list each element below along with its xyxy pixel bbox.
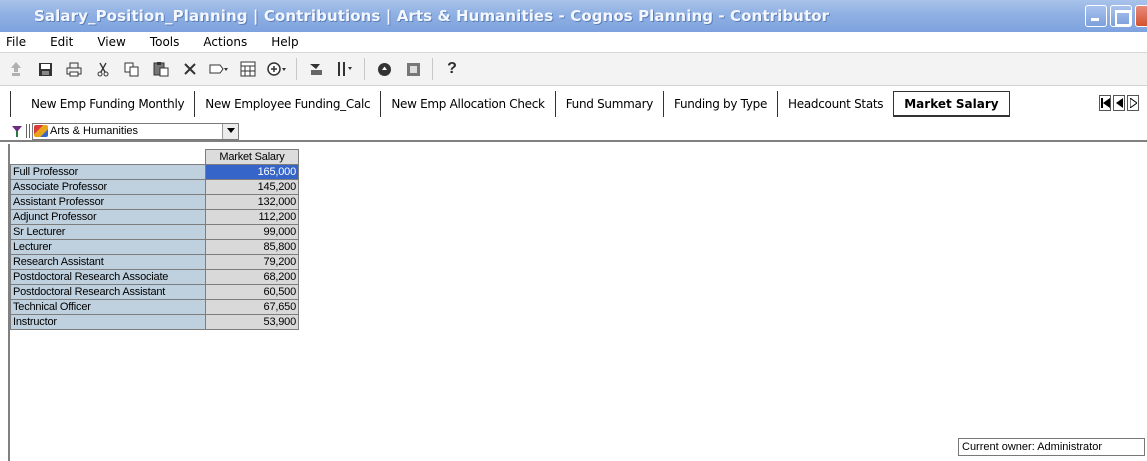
dimension-dropdown[interactable]: Arts & Humanities <box>32 122 239 140</box>
menu-view[interactable]: View <box>97 35 125 49</box>
table-row: Lecturer 85,800 <box>10 239 299 255</box>
table-row: Postdoctoral Research Assistant 60,500 <box>10 284 299 300</box>
menu-actions[interactable]: Actions <box>203 35 247 49</box>
organization-icon <box>34 125 48 137</box>
table-row: Research Assistant 79,200 <box>10 254 299 270</box>
chevron-down-icon[interactable] <box>222 123 238 139</box>
salary-cell[interactable]: 132,000 <box>205 194 299 210</box>
row-header[interactable]: Assistant Professor <box>10 194 206 210</box>
toolbar-separator-3 <box>432 58 433 80</box>
grid-icon[interactable] <box>238 59 258 79</box>
fill-icon[interactable] <box>209 59 229 79</box>
first-tab-icon[interactable] <box>1099 95 1111 111</box>
salary-cell[interactable]: 68,200 <box>205 269 299 285</box>
minimize-button[interactable] <box>1085 5 1107 27</box>
paste-icon[interactable] <box>151 59 171 79</box>
row-header[interactable]: Full Professor <box>10 164 206 180</box>
row-header[interactable]: Postdoctoral Research Assistant <box>10 284 206 300</box>
row-header[interactable]: Lecturer <box>10 239 206 255</box>
menu-help[interactable]: Help <box>271 35 298 49</box>
table-row: Instructor 53,900 <box>10 314 299 330</box>
owner-status: Current owner: Administrator <box>958 438 1145 456</box>
row-header[interactable]: Instructor <box>10 314 206 330</box>
menu-edit[interactable]: Edit <box>50 35 73 49</box>
pivot-icon[interactable] <box>10 124 24 138</box>
table-row: Full Professor 165,000 <box>10 164 299 180</box>
close-button[interactable] <box>1135 5 1147 27</box>
save-icon[interactable] <box>35 59 55 79</box>
salary-cell[interactable]: 79,200 <box>205 254 299 270</box>
salary-cell[interactable]: 99,000 <box>205 224 299 240</box>
print-icon[interactable] <box>64 59 84 79</box>
row-header[interactable]: Associate Professor <box>10 179 206 195</box>
row-header[interactable]: Research Assistant <box>10 254 206 270</box>
previous-tab-icon[interactable] <box>1113 95 1125 111</box>
salary-cell[interactable]: 165,000 <box>205 164 299 180</box>
import-icon[interactable] <box>306 59 326 79</box>
dimension-dropdown-value: Arts & Humanities <box>50 125 139 137</box>
toolbar-separator <box>296 58 297 80</box>
salary-cell[interactable]: 60,500 <box>205 284 299 300</box>
menu-bar: File Edit View Tools Actions Help <box>0 32 1147 52</box>
stop-icon[interactable] <box>403 59 423 79</box>
cut-icon[interactable] <box>93 59 113 79</box>
row-header[interactable]: Postdoctoral Research Associate <box>10 269 206 285</box>
menu-tools[interactable]: Tools <box>150 35 180 49</box>
row-header[interactable]: Technical Officer <box>10 299 206 315</box>
salary-cell[interactable]: 53,900 <box>205 314 299 330</box>
go-icon[interactable] <box>374 59 394 79</box>
column-header[interactable]: Market Salary <box>205 149 299 165</box>
delete-icon[interactable] <box>180 59 200 79</box>
tab-funding-by-type[interactable]: Funding by Type <box>664 91 779 117</box>
status-bar: Current owner: Administrator <box>8 434 1147 461</box>
window-title: Salary_Position_Planning | Contributions… <box>34 7 830 25</box>
selector-divider <box>26 124 30 138</box>
market-salary-grid: Market Salary Full Professor 165,000 Assoc… <box>10 149 299 330</box>
salary-cell[interactable]: 85,800 <box>205 239 299 255</box>
dimension-selector-row: Arts & Humanities <box>0 122 1147 142</box>
toolbar: ? <box>0 52 1147 86</box>
tab-market-salary[interactable]: Market Salary <box>893 91 1010 117</box>
maximize-button[interactable] <box>1110 5 1132 27</box>
copy-icon[interactable] <box>122 59 142 79</box>
tab-fund-summary[interactable]: Fund Summary <box>556 91 664 117</box>
tab-navigation <box>1099 95 1139 111</box>
salary-cell[interactable]: 67,650 <box>205 299 299 315</box>
grid-area: Market Salary Full Professor 165,000 Assoc… <box>8 144 1147 434</box>
table-row: Postdoctoral Research Associate 68,200 <box>10 269 299 285</box>
tab-headcount-stats[interactable]: Headcount Stats <box>778 91 895 117</box>
tools-icon[interactable] <box>335 59 355 79</box>
row-header[interactable]: Adjunct Professor <box>10 209 206 225</box>
tab-new-emp-funding-monthly[interactable]: New Emp Funding Monthly <box>10 91 196 117</box>
next-tab-icon[interactable] <box>1127 95 1139 111</box>
tab-new-employee-funding-calc[interactable]: New Employee Funding_Calc <box>195 91 382 117</box>
row-header[interactable]: Sr Lecturer <box>10 224 206 240</box>
title-bar: Salary_Position_Planning | Contributions… <box>0 0 1147 32</box>
grid-corner <box>11 150 206 165</box>
table-row: Technical Officer 67,650 <box>10 299 299 315</box>
menu-file[interactable]: File <box>6 35 26 49</box>
tab-bar: New Emp Funding Monthly New Employee Fun… <box>0 86 1147 122</box>
breakback-icon[interactable] <box>267 59 287 79</box>
window-controls <box>1085 5 1147 27</box>
table-row: Assistant Professor 132,000 <box>10 194 299 210</box>
help-icon[interactable]: ? <box>442 59 462 79</box>
toolbar-separator-2 <box>364 58 365 80</box>
salary-cell[interactable]: 112,200 <box>205 209 299 225</box>
tab-new-emp-allocation-check[interactable]: New Emp Allocation Check <box>381 91 556 117</box>
table-row: Associate Professor 145,200 <box>10 179 299 195</box>
salary-cell[interactable]: 145,200 <box>205 179 299 195</box>
upload-icon[interactable] <box>6 59 26 79</box>
table-row: Sr Lecturer 99,000 <box>10 224 299 240</box>
table-row: Adjunct Professor 112,200 <box>10 209 299 225</box>
